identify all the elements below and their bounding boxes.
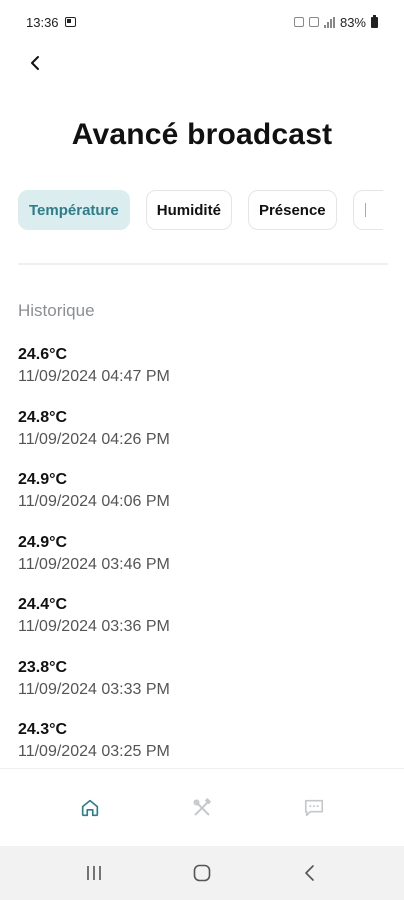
history-value: 24.9°C (18, 533, 68, 551)
status-right: 83% (293, 14, 378, 30)
tab-presence[interactable]: Présence (247, 190, 337, 230)
system-nav (0, 846, 404, 900)
history-item: 24.9°C 11/09/2024 04:06 PM (18, 470, 388, 533)
bottom-nav (0, 768, 404, 846)
back-button[interactable] (20, 48, 50, 78)
tab-humidity[interactable]: Humidité (145, 190, 232, 230)
history-item: 24.4°C 11/09/2024 03:36 PM (18, 595, 388, 658)
divider (18, 263, 388, 265)
history-value: 24.4°C (18, 596, 68, 613)
tab-more-partial[interactable] (352, 190, 383, 230)
history-item: 23.8°C 11/09/2024 03:33 PM (18, 658, 388, 721)
signal-icon (323, 16, 335, 28)
sensor-tabs: Température Humidité Présence (18, 190, 404, 232)
battery-icon (371, 14, 378, 28)
history-date: 11/09/2024 04:26 PM (18, 430, 170, 448)
history-date: 11/09/2024 03:46 PM (18, 555, 170, 573)
nav-chat[interactable] (294, 788, 334, 828)
wifi-icon (308, 17, 319, 27)
page-title: Avancé broadcast (71, 118, 333, 151)
history-value: 24.3°C (18, 721, 68, 738)
tab-partial-edge (364, 203, 366, 217)
recent-apps-icon (87, 866, 101, 880)
nav-tools[interactable] (182, 788, 222, 828)
status-bar: 13:36 83% (0, 0, 404, 44)
history-title: Historique (18, 301, 95, 320)
history-date: 11/09/2024 04:47 PM (18, 368, 170, 385)
history-date: 11/09/2024 04:06 PM (18, 493, 170, 510)
home-button[interactable] (182, 853, 222, 893)
home-icon (81, 799, 99, 816)
status-time: 13:36 (26, 14, 59, 30)
gallery-notification-icon (64, 17, 76, 27)
history-date: 11/09/2024 03:33 PM (18, 680, 170, 698)
recent-apps-button[interactable] (74, 853, 114, 893)
history-item: 24.9°C 11/09/2024 03:46 PM (18, 533, 388, 596)
chevron-left-icon (31, 56, 39, 70)
battery-percent: 83% (339, 14, 366, 30)
history-value: 24.8°C (18, 408, 68, 426)
history-list: 24.6°C 11/09/2024 04:47 PM 24.8°C 11/09/… (18, 345, 388, 783)
nav-home[interactable] (70, 788, 110, 828)
history-item: 24.8°C 11/09/2024 04:26 PM (18, 408, 388, 471)
history-date: 11/09/2024 03:25 PM (18, 743, 170, 760)
chat-icon (304, 799, 324, 816)
history-date: 11/09/2024 03:36 PM (18, 618, 170, 635)
tools-icon (193, 797, 211, 815)
back-arrow-icon (305, 865, 314, 881)
history-value: 24.9°C (18, 471, 68, 488)
history-value: 23.8°C (18, 658, 68, 676)
tab-temperature[interactable]: Température (18, 190, 130, 230)
history-value: 24.6°C (18, 346, 68, 363)
system-back-button[interactable] (290, 853, 330, 893)
history-item: 24.6°C 11/09/2024 04:47 PM (18, 345, 388, 408)
status-left: 13:36 (26, 15, 76, 30)
home-square-icon (193, 864, 211, 882)
nfc-icon (293, 17, 304, 27)
